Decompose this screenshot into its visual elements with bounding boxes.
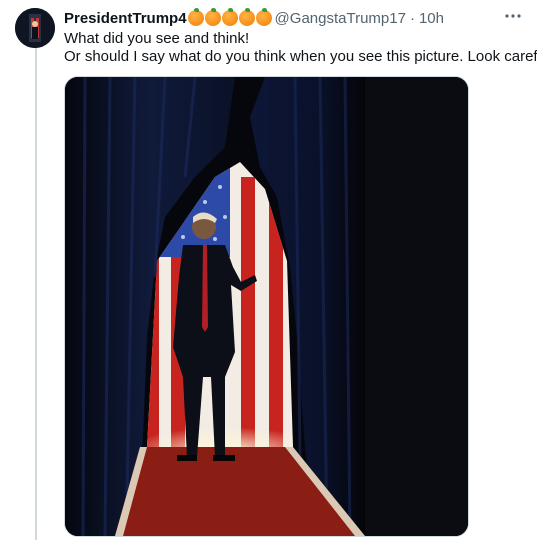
tweet-text: What did you see and think! Or should I … — [64, 30, 537, 66]
more-horizontal-icon — [505, 14, 521, 18]
orange-emoji-icon — [187, 8, 204, 26]
tweet-text-line: Or should I say what do you think when y… — [64, 48, 537, 65]
badge-emojis — [187, 8, 273, 26]
thread-line — [35, 46, 37, 540]
display-name[interactable]: PresidentTrump4 — [64, 10, 187, 27]
orange-emoji-icon — [255, 8, 272, 26]
avatar[interactable] — [15, 8, 55, 48]
tweet-text-line: What did you see and think! — [64, 30, 250, 47]
orange-emoji-icon — [238, 8, 255, 26]
tweet-header: PresidentTrump4 @GangstaTrump17 · 10h — [64, 8, 525, 28]
separator-dot: · — [409, 9, 415, 27]
orange-emoji-icon — [204, 8, 221, 26]
more-options-button[interactable] — [503, 6, 523, 26]
photo — [65, 77, 468, 536]
user-handle[interactable]: @GangstaTrump17 — [275, 10, 406, 27]
timestamp[interactable]: 10h — [419, 10, 444, 27]
tweet-media-image[interactable] — [64, 76, 469, 537]
orange-emoji-icon — [221, 8, 238, 26]
